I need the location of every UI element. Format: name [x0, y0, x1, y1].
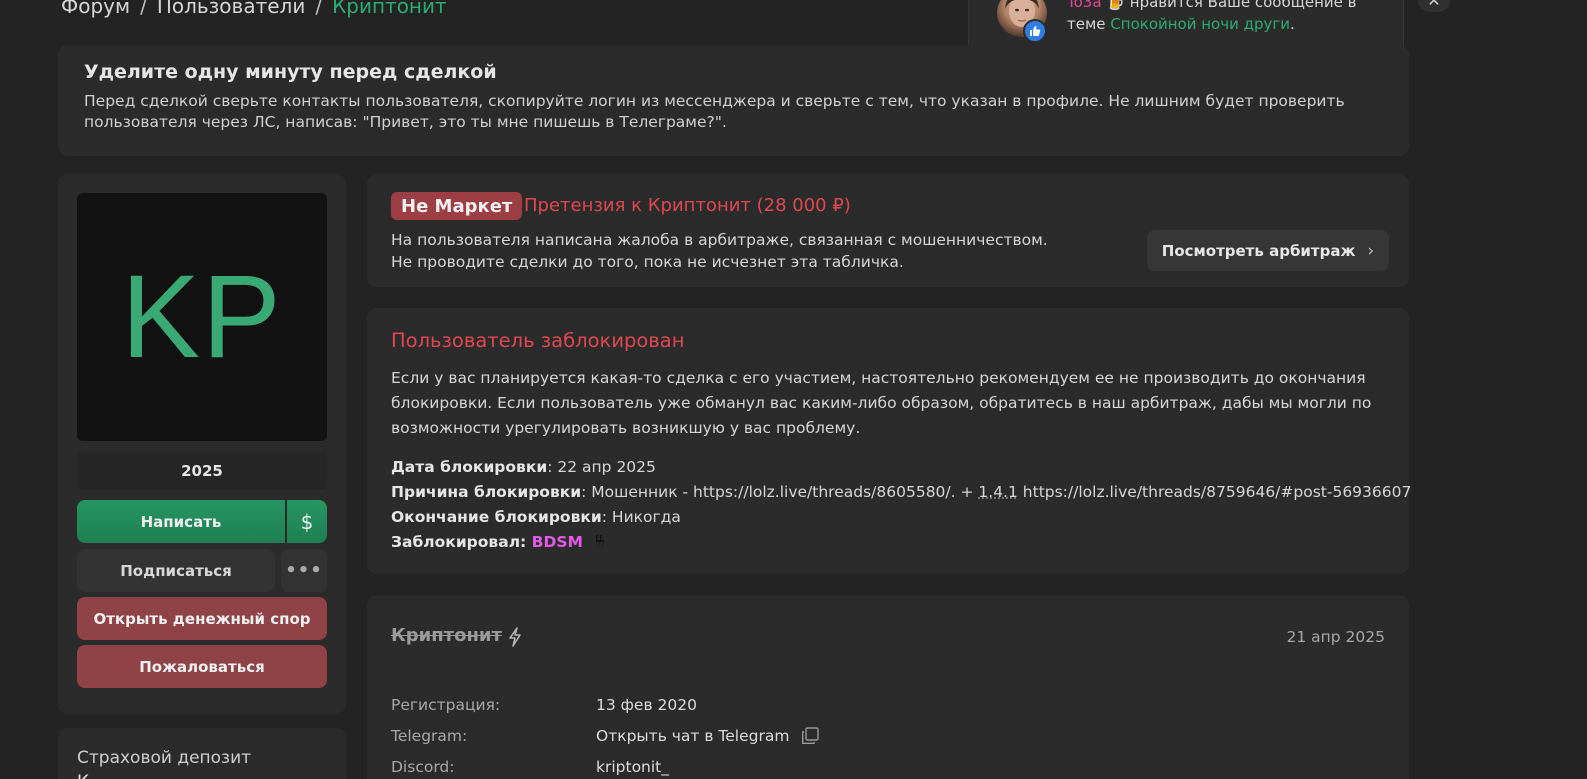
toast-thread-link[interactable]: Спокойной ночи други: [1110, 15, 1290, 33]
info-row-registration: Регистрация: 13 фев 2020: [391, 689, 819, 720]
claim-title: Претензия к Криптонит (28 000 ₽): [524, 195, 851, 216]
write-button[interactable]: Написать: [77, 500, 285, 543]
view-arbitration-label: Посмотреть арбитраж: [1161, 241, 1356, 260]
breadcrumb: Форум / Пользователи / Криптонит: [61, 0, 447, 18]
lightning-icon: [509, 627, 521, 647]
like-icon: [1023, 19, 1047, 43]
blocked-by-label: Заблокировал:: [391, 533, 532, 551]
info-key: Discord:: [391, 757, 455, 776]
profile-info-card: Криптонит 21 апр 2025 Регистрация: 13 фе…: [367, 595, 1409, 779]
view-arbitration-button[interactable]: Посмотреть арбитраж ›: [1147, 230, 1389, 271]
block-end-label: Окончание блокировки: [391, 508, 602, 526]
toast-username[interactable]: To3a: [1067, 0, 1102, 11]
breadcrumb-forum[interactable]: Форум: [61, 0, 130, 18]
notice-text: Перед сделкой сверьте контакты пользоват…: [84, 92, 1345, 131]
telegram-link[interactable]: Открыть чат в Telegram: [596, 727, 789, 745]
claim-line-2: Не проводите сделки до того, пока не исч…: [391, 253, 904, 271]
dollar-icon[interactable]: $: [287, 500, 327, 543]
info-value: kriptonit_: [596, 757, 670, 776]
info-row-discord: Discord: kriptonit_: [391, 751, 819, 779]
claim-card: Не Маркет Претензия к Криптонит (28 000 …: [367, 174, 1409, 287]
profile-username: Криптонит: [391, 625, 502, 646]
breadcrumb-separator: /: [140, 0, 147, 18]
beer-icon: 🍺: [1106, 0, 1125, 11]
claim-line-1: На пользователя написана жалоба в арбитр…: [391, 231, 1048, 249]
avatar-initials: KP: [121, 251, 283, 383]
block-reason-prefix[interactable]: : Мошенник - https://lolz.live/threads/8…: [581, 483, 978, 501]
toast-message: To3a 🍺 нравится Ваше сообщение в теме Сп…: [1067, 0, 1387, 35]
block-date-row: Дата блокировки: 22 апр 2025: [391, 455, 1385, 480]
subscribe-button[interactable]: Подписаться: [77, 549, 275, 592]
info-row-telegram: Telegram: Открыть чат в Telegram: [391, 720, 820, 751]
block-date-label: Дата блокировки: [391, 458, 548, 476]
block-date-value: : 22 апр 2025: [547, 458, 656, 476]
more-dots-icon[interactable]: •••: [281, 549, 327, 592]
page: Форум / Пользователи / Криптонит To3a 🍺 нрав…: [0, 0, 1587, 779]
copy-icon[interactable]: [801, 726, 820, 745]
blocked-title: Пользователь заблокирован: [391, 329, 685, 352]
breadcrumb-users[interactable]: Пользователи: [157, 0, 306, 18]
moderator-badge-icon: [595, 535, 604, 549]
block-reason-label: Причина блокировки: [391, 483, 582, 501]
chevron-right-icon: ›: [1367, 240, 1375, 261]
toast-suffix: .: [1290, 15, 1295, 33]
claim-text: На пользователя написана жалоба в арбитр…: [391, 229, 1111, 273]
notice-title: Уделите одну минуту перед сделкой: [84, 61, 497, 83]
breadcrumb-current[interactable]: Криптонит: [332, 0, 447, 18]
block-reason-row: Причина блокировки: Мошенник - https://l…: [391, 480, 1411, 505]
deposit-card: Страховой депозит К: [58, 728, 346, 779]
deposit-title: Страховой депозит: [77, 748, 252, 768]
info-key: Telegram:: [391, 726, 468, 745]
deposit-value: К: [77, 772, 327, 779]
block-reason-version[interactable]: 1.4.1: [978, 483, 1017, 501]
blocked-by-row: Заблокировал: BDSM: [391, 530, 1385, 555]
avatar[interactable]: KP: [77, 193, 327, 441]
block-reason-suffix[interactable]: https://lolz.live/threads/8759646/#post-…: [1018, 483, 1412, 501]
info-value: 13 фев 2020: [596, 695, 697, 714]
profile-sidebar: KP 2025 Написать $ Подписаться ••• Откры…: [58, 174, 346, 714]
close-icon[interactable]: ✕: [1418, 0, 1450, 12]
year-badge: 2025: [77, 452, 327, 490]
block-end-value: : Никогда: [601, 508, 681, 526]
block-end-row: Окончание блокировки: Никогда: [391, 505, 1385, 530]
moderator-link[interactable]: BDSM: [532, 533, 583, 551]
profile-date: 21 апр 2025: [1286, 628, 1386, 646]
blocked-card: Пользователь заблокирован Если у вас пла…: [367, 308, 1411, 574]
open-dispute-button[interactable]: Открыть денежный спор: [77, 597, 327, 640]
safety-notice: Уделите одну минуту перед сделкой Перед …: [58, 45, 1409, 156]
blocked-description: Если у вас планируется какая-то сделка с…: [391, 369, 1372, 437]
profile-info-list: Регистрация: 13 фев 2020 Telegram: Откры…: [391, 689, 820, 779]
claim-tag: Не Маркет: [391, 192, 523, 220]
breadcrumb-separator: /: [315, 0, 323, 18]
report-button[interactable]: Пожаловаться: [77, 645, 327, 688]
info-key: Регистрация:: [391, 695, 501, 714]
